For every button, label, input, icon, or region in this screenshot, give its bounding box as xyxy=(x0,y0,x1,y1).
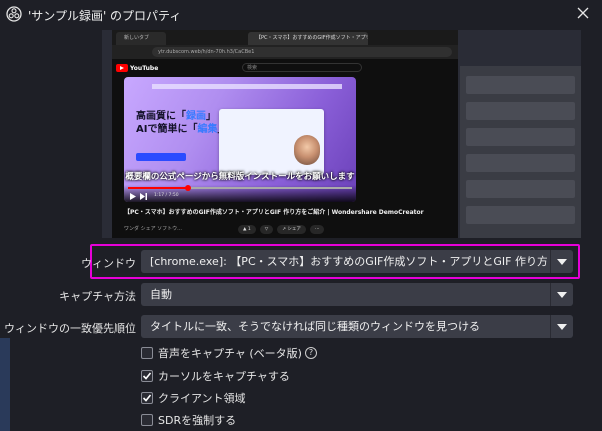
window-select-value: [chrome.exe]: 【PC・スマホ】おすすめのGIF作成ソフト・アプリと… xyxy=(150,255,547,268)
capture-cursor-checkbox[interactable]: カーソルをキャプチャする xyxy=(141,368,290,384)
youtube-wordmark: YouTube xyxy=(130,64,159,72)
checkbox-label: SDRを強制する xyxy=(158,414,237,427)
match-priority-value: タイトルに一致、そうでなければ同じ種類のウィンドウを見つける xyxy=(150,320,480,333)
youtube-search: 検索 xyxy=(242,63,362,72)
chevron-down-icon xyxy=(557,323,567,330)
more-pill: ⋯ xyxy=(309,225,325,234)
browser-tab-bar: 新しいタブ 【PC・スマホ】おすすめのGIF作成ソフト・アプリとGIF 作り方を… xyxy=(112,30,458,45)
checkbox-box[interactable] xyxy=(141,392,153,404)
window-select[interactable]: [chrome.exe]: 【PC・スマホ】おすすめのGIF作成ソフト・アプリと… xyxy=(141,250,573,273)
next-icon xyxy=(140,193,147,200)
like-pill: ▲ 1 xyxy=(238,225,256,234)
video-player: 高画質に「録画」 AIで簡単に「編集」 概要欄の公式ページから無料版インストール… xyxy=(124,77,356,202)
video-time: 1:17 / 7:50 xyxy=(154,193,179,198)
video-caption: 概要欄の公式ページから無料版インストールをお願いします xyxy=(125,172,355,182)
force-sdr-checkbox[interactable]: SDRを強制する xyxy=(141,412,236,428)
video-cta-button xyxy=(136,153,186,161)
checkbox-label: クライアント領域 xyxy=(158,392,246,405)
video-headline: 高画質に「録画」 AIで簡単に「編集」 xyxy=(136,111,227,135)
match-priority-arrow[interactable] xyxy=(550,315,573,338)
browser-address-bar: ytr.dubscom.web/h/dn-70h.h3/CaCBe1 xyxy=(112,45,458,59)
capture-audio-checkbox[interactable]: 音声をキャプチャ (ベータ版) ? xyxy=(141,345,317,361)
play-icon xyxy=(130,193,136,200)
help-icon[interactable]: ? xyxy=(304,347,317,359)
browser-tab: 【PC・スマホ】おすすめのGIF作成ソフト・アプリとGIF 作り方をご紹介 xyxy=(248,32,368,45)
chevron-down-icon xyxy=(557,291,567,298)
browser-window-preview: 新しいタブ 【PC・スマホ】おすすめのGIF作成ソフト・アプリとGIF 作り方を… xyxy=(112,30,458,238)
checkbox-box[interactable] xyxy=(141,347,153,359)
capture-preview: 新しいタブ 【PC・スマホ】おすすめのGIF作成ソフト・アプリとGIF 作り方を… xyxy=(102,30,581,238)
background-window-edge xyxy=(0,338,10,431)
checkbox-box[interactable] xyxy=(141,414,153,426)
share-pill: ↗ シェア xyxy=(277,225,306,234)
match-priority-label: ウィンドウの一致優先順位 xyxy=(4,322,136,335)
window-select-arrow[interactable] xyxy=(550,250,573,273)
close-button[interactable] xyxy=(574,4,592,22)
checkbox-box[interactable] xyxy=(141,370,153,382)
capture-method-select[interactable]: 自動 xyxy=(141,283,573,306)
obs-logo-icon xyxy=(6,6,22,22)
client-area-checkbox[interactable]: クライアント領域 xyxy=(141,390,246,406)
checkbox-label: 音声をキャプチャ (ベータ版) xyxy=(158,347,302,360)
video-channel-row: ワンダ シェア ソフトウ... xyxy=(124,226,182,232)
video-title: 【PC・スマホ】おすすめのGIF作成ソフト・アプリとGIF 作り方をご紹介 | … xyxy=(124,209,424,216)
capture-method-arrow[interactable] xyxy=(550,283,573,306)
video-presenter xyxy=(294,135,320,165)
close-icon xyxy=(577,7,589,19)
title-bar: 'サンプル録画' のプロパティ xyxy=(0,0,602,28)
checkmark-icon xyxy=(142,372,152,380)
youtube-header: YouTube 検索 xyxy=(112,59,458,76)
chevron-down-icon xyxy=(557,258,567,265)
video-progress xyxy=(128,185,352,191)
url-field: ytr.dubscom.web/h/dn-70h.h3/CaCBe1 xyxy=(152,47,452,57)
youtube-logo: YouTube xyxy=(116,63,158,73)
video-site-header xyxy=(152,84,342,89)
match-priority-select[interactable]: タイトルに一致、そうでなければ同じ種類のウィンドウを見つける xyxy=(141,315,573,338)
browser-tab: 新しいタブ xyxy=(116,32,166,45)
youtube-play-icon xyxy=(116,64,128,72)
checkbox-label: カーソルをキャプチャする xyxy=(158,370,290,383)
blurred-sidebar xyxy=(460,66,581,238)
capture-method-label: キャプチャ方法 xyxy=(59,290,136,303)
video-controls: 1:17 / 7:50 xyxy=(124,185,356,202)
dislike-pill: ▽ xyxy=(259,225,274,234)
capture-method-value: 自動 xyxy=(150,288,172,301)
window-label: ウィンドウ xyxy=(81,257,136,270)
window-title: 'サンプル録画' のプロパティ xyxy=(28,9,182,23)
checkmark-icon xyxy=(142,394,152,402)
video-action-pills: ▲ 1 ▽ ↗ シェア ⋯ xyxy=(238,225,325,234)
